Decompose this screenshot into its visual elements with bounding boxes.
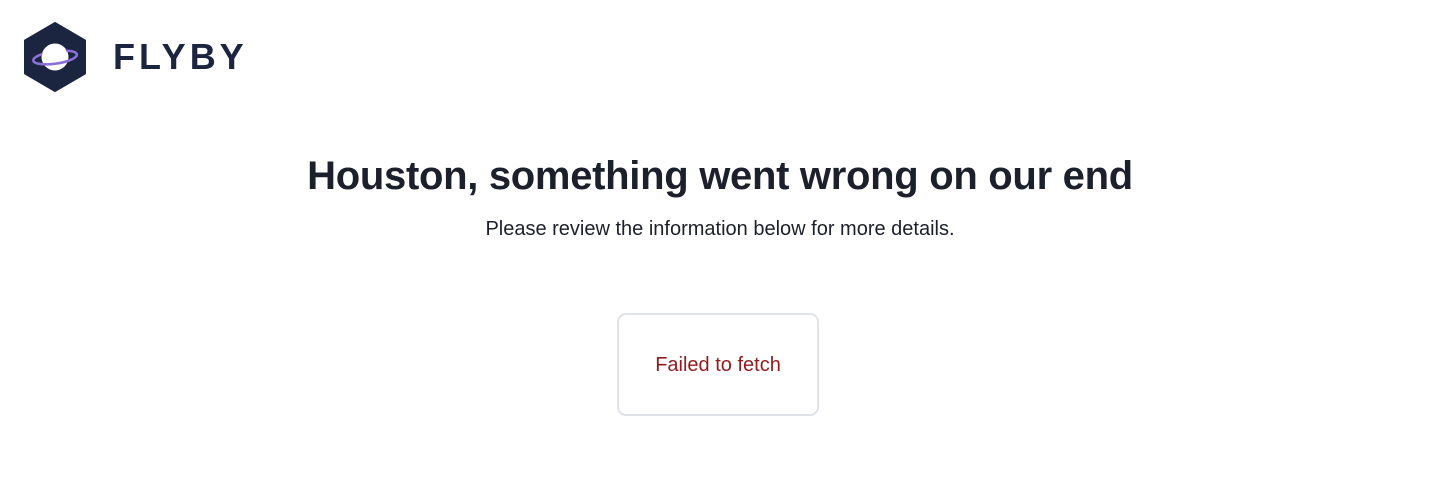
error-subtitle: Please review the information below for … bbox=[485, 218, 955, 240]
error-details-box: Failed to fetch bbox=[617, 313, 819, 416]
error-message: Failed to fetch bbox=[655, 353, 781, 376]
planet-hexagon-icon bbox=[24, 22, 86, 92]
brand-name: FLYBY bbox=[113, 36, 248, 77]
error-title: Houston, something went wrong on our end bbox=[307, 154, 1133, 198]
error-page: FLYBY Houston, something went wrong on o… bbox=[0, 0, 1440, 495]
brand-home-link[interactable]: FLYBY bbox=[24, 22, 248, 92]
